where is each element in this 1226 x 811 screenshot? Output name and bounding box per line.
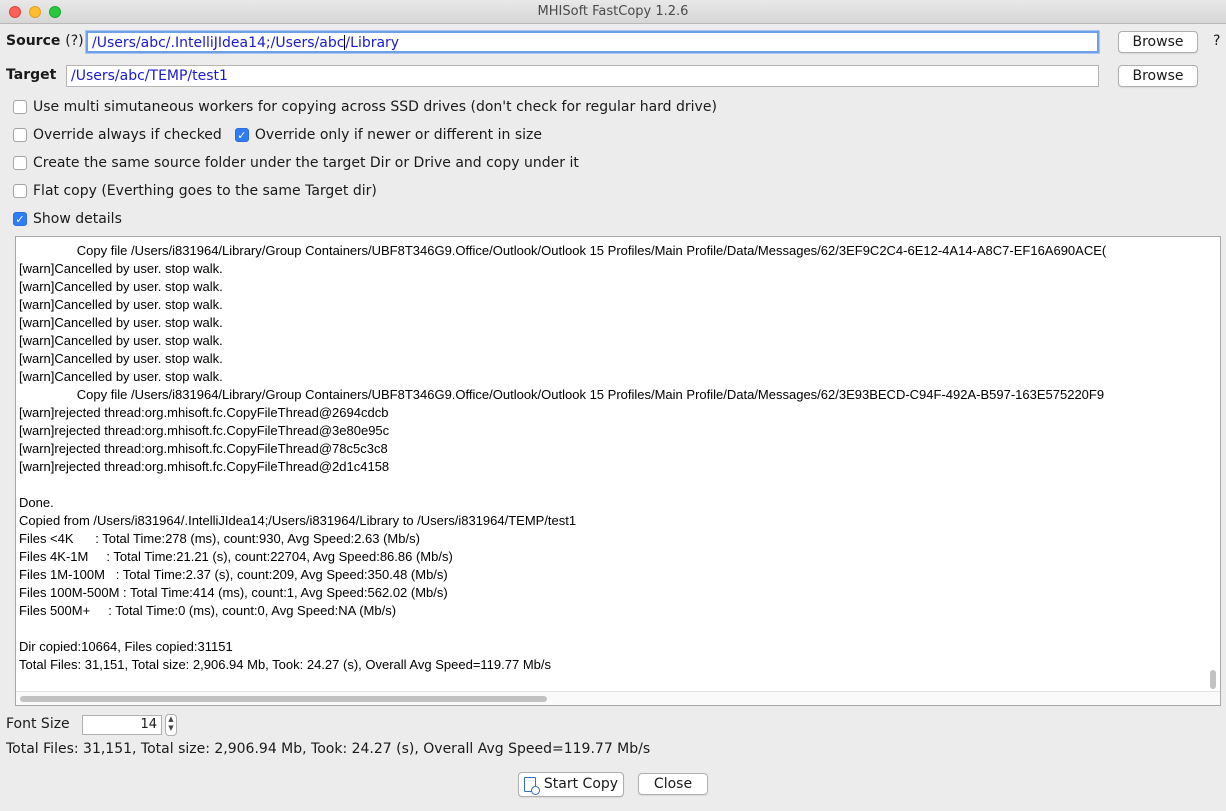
status-summary: Total Files: 31,151, Total size: 2,906.9… xyxy=(6,741,651,757)
horizontal-scrollbar-thumb[interactable] xyxy=(20,696,547,702)
log-line: Copied from /Users/i831964/.IntelliJIdea… xyxy=(19,513,577,528)
create-source-folder-option[interactable]: Create the same source folder under the … xyxy=(13,154,579,172)
multi-workers-label: Use multi simutaneous workers for copyin… xyxy=(33,99,717,115)
override-options-row: Override always if checked Override only… xyxy=(13,126,542,144)
log-line: [warn]Cancelled by user. stop walk. xyxy=(19,351,223,366)
source-label-group: Source (?) xyxy=(6,33,84,49)
log-line: [warn]Cancelled by user. stop walk. xyxy=(19,315,223,330)
show-details-option[interactable]: Show details xyxy=(13,210,122,228)
target-label: Target xyxy=(6,67,57,83)
start-copy-label: Start Copy xyxy=(543,776,619,792)
log-line: [warn]Cancelled by user. stop walk. xyxy=(19,279,223,294)
log-line: Files 500M+ : Total Time:0 (ms), count:0… xyxy=(19,603,397,618)
log-line: [warn]Cancelled by user. stop walk. xyxy=(19,261,223,276)
log-output-pane[interactable]: Copy file /Users/i831964/Library/Group C… xyxy=(15,236,1221,706)
help-button[interactable]: ? xyxy=(1213,33,1220,49)
override-always-checkbox[interactable] xyxy=(13,128,27,142)
log-line: [warn]rejected thread:org.mhisoft.fc.Cop… xyxy=(19,441,388,456)
log-line: Files <4K : Total Time:278 (ms), count:9… xyxy=(19,531,420,546)
log-line: Copy file /Users/i831964/Library/Group C… xyxy=(19,243,1107,258)
log-line: Files 1M-100M : Total Time:2.37 (s), cou… xyxy=(19,567,448,582)
multi-workers-checkbox[interactable] xyxy=(13,100,27,114)
source-path-input[interactable]: /Users/abc/.IntelliJIdea14;/Users/abc/Li… xyxy=(86,31,1099,53)
flat-copy-checkbox[interactable] xyxy=(13,184,27,198)
log-line: [warn]rejected thread:org.mhisoft.fc.Cop… xyxy=(19,459,390,474)
copy-document-icon xyxy=(523,777,540,795)
title-bar: MHISoft FastCopy 1.2.6 xyxy=(0,0,1226,24)
log-line: [warn]Cancelled by user. stop walk. xyxy=(19,297,223,312)
log-line: [warn]rejected thread:org.mhisoft.fc.Cop… xyxy=(19,405,389,420)
override-newer-checkbox[interactable] xyxy=(234,128,249,142)
font-size-label: Font Size xyxy=(6,716,70,732)
vertical-scrollbar-thumb[interactable] xyxy=(1210,670,1216,689)
source-help-link[interactable]: (?) xyxy=(65,33,83,49)
start-copy-button[interactable]: Start Copy xyxy=(518,772,624,797)
source-path-text: /Users/abc/.IntelliJIdea14;/Users/abc xyxy=(92,35,345,51)
override-newer-label: Override only if newer or different in s… xyxy=(254,127,542,143)
log-line: Dir copied:10664, Files copied:31151 xyxy=(19,639,233,654)
source-path-text-rest: /Library xyxy=(345,35,400,51)
log-line: Files 100M-500M : Total Time:414 (ms), c… xyxy=(19,585,448,600)
log-line: [warn]Cancelled by user. stop walk. xyxy=(19,369,223,384)
log-line: Copy file /Users/i831964/Library/Group C… xyxy=(19,387,1105,402)
target-path-input[interactable]: /Users/abc/TEMP/test1 xyxy=(66,65,1099,87)
log-line: Done. xyxy=(19,495,54,510)
log-text: Copy file /Users/i831964/Library/Group C… xyxy=(19,242,1204,674)
show-details-checkbox[interactable] xyxy=(13,212,27,226)
target-browse-button[interactable]: Browse xyxy=(1118,65,1198,87)
font-size-input[interactable]: 14 xyxy=(82,715,162,735)
flat-copy-label: Flat copy (Everthing goes to the same Ta… xyxy=(33,183,377,199)
font-size-stepper[interactable]: ▲ ▼ xyxy=(165,714,177,736)
source-label: Source xyxy=(6,33,61,49)
show-details-label: Show details xyxy=(33,211,122,227)
multi-workers-option[interactable]: Use multi simutaneous workers for copyin… xyxy=(13,98,717,116)
close-button[interactable]: Close xyxy=(638,773,708,795)
create-source-folder-label: Create the same source folder under the … xyxy=(33,155,579,171)
stepper-down-icon[interactable]: ▼ xyxy=(166,724,176,733)
source-browse-button[interactable]: Browse xyxy=(1118,31,1198,53)
flat-copy-option[interactable]: Flat copy (Everthing goes to the same Ta… xyxy=(13,182,377,200)
log-line: [warn]rejected thread:org.mhisoft.fc.Cop… xyxy=(19,423,390,438)
override-always-label: Override always if checked xyxy=(33,127,222,143)
horizontal-scrollbar[interactable] xyxy=(16,691,1220,705)
create-source-folder-checkbox[interactable] xyxy=(13,156,27,170)
stepper-up-icon[interactable]: ▲ xyxy=(166,715,176,724)
window-title: MHISoft FastCopy 1.2.6 xyxy=(537,4,689,19)
log-line: [warn]Cancelled by user. stop walk. xyxy=(19,333,223,348)
log-line: Files 4K-1M : Total Time:21.21 (s), coun… xyxy=(19,549,453,564)
log-line: Total Files: 31,151, Total size: 2,906.9… xyxy=(19,657,551,672)
